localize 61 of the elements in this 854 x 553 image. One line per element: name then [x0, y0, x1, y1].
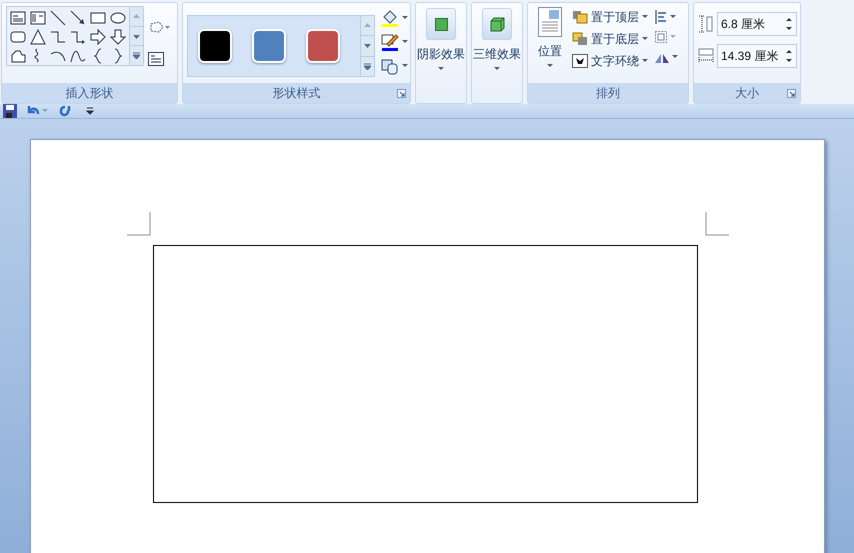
shapes-icon[interactable]	[381, 57, 399, 75]
caret-icon	[547, 64, 553, 68]
position-button[interactable]: 位置	[534, 7, 566, 83]
size-input[interactable]: 6.8 厘米	[717, 12, 797, 36]
bring-to-front-icon	[572, 10, 588, 24]
caret-icon	[402, 16, 408, 20]
margin-mark-icon	[705, 212, 729, 236]
redo-icon[interactable]	[58, 104, 72, 118]
arrange-menu-button[interactable]: 置于顶层	[572, 8, 648, 26]
caret-icon	[642, 15, 648, 19]
triangle-icon[interactable]	[29, 28, 47, 46]
height-icon	[698, 14, 714, 34]
size-input[interactable]: 14.39 厘米	[717, 44, 797, 68]
group-label: 插入形状	[66, 85, 114, 102]
shape-style-swatch[interactable]	[306, 29, 340, 63]
save-icon[interactable]	[3, 104, 17, 118]
align-icon[interactable]	[654, 10, 668, 24]
page-icon	[538, 7, 562, 37]
more-icon[interactable]	[361, 56, 374, 76]
group-icon[interactable]	[654, 30, 668, 44]
caret-icon	[642, 37, 648, 41]
caret-icon	[670, 15, 676, 19]
scroll-down-icon[interactable]	[361, 35, 374, 56]
shape-style-swatch[interactable]	[198, 29, 232, 63]
right-arrow-icon[interactable]	[89, 28, 107, 46]
group-label: 排列	[596, 85, 620, 102]
pen-icon[interactable]	[381, 33, 399, 51]
caret-icon	[42, 109, 48, 113]
vertical-textbox-icon[interactable]	[29, 8, 47, 26]
arrange-menu-button[interactable]: 置于底层	[572, 30, 648, 48]
dialog-launcher-icon[interactable]	[787, 89, 796, 98]
scroll-down-icon[interactable]	[130, 26, 143, 46]
spinner-icon[interactable]	[785, 49, 793, 63]
down-arrow-icon[interactable]	[109, 28, 127, 46]
caret-icon	[672, 55, 678, 59]
group-label: 大小	[735, 85, 759, 102]
text-wrap-icon	[572, 54, 588, 68]
arrow-line-icon[interactable]	[69, 8, 87, 26]
dialog-launcher-icon[interactable]	[397, 89, 406, 98]
textbox-icon[interactable]	[9, 8, 27, 26]
shape-style-swatch[interactable]	[252, 29, 286, 63]
edit-points-icon[interactable]	[148, 20, 170, 34]
caret-icon	[494, 67, 500, 71]
caret-icon	[670, 35, 676, 39]
effects-button[interactable]: 三维效果	[471, 2, 523, 104]
effects-button[interactable]: 阴影效果	[415, 2, 467, 104]
caret-icon	[642, 59, 648, 63]
caret-icon	[402, 40, 408, 44]
arrange-menu-button[interactable]: 文字环绕	[572, 52, 648, 70]
caret-icon	[438, 67, 444, 71]
spinner-icon[interactable]	[785, 17, 793, 31]
send-to-back-icon	[572, 32, 588, 46]
textbox-icon[interactable]	[148, 52, 164, 66]
line-icon[interactable]	[49, 8, 67, 26]
cube-icon	[490, 16, 504, 32]
caret-icon	[402, 64, 408, 68]
more-icon[interactable]	[130, 45, 143, 66]
customize-icon[interactable]	[86, 107, 94, 115]
square-icon	[434, 18, 448, 30]
group-label: 形状样式	[272, 85, 320, 102]
margin-mark-icon	[127, 212, 151, 236]
